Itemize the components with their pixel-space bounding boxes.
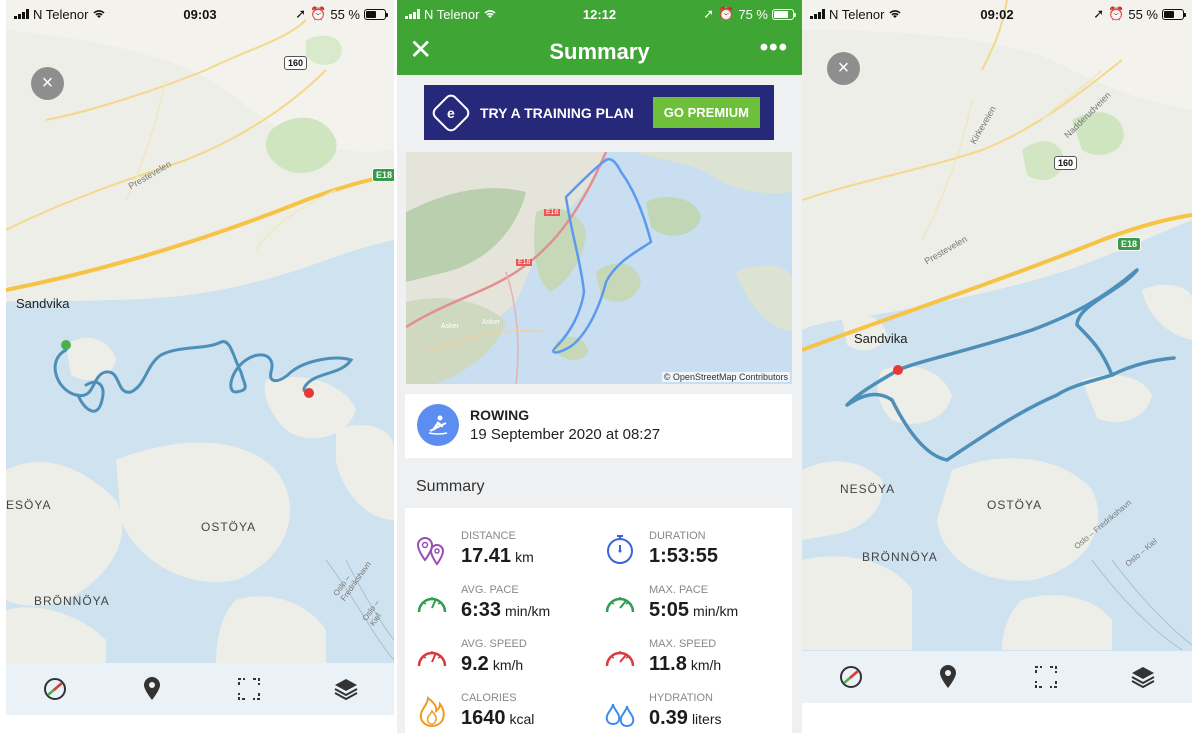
battery-icon bbox=[1162, 8, 1186, 20]
layers-icon[interactable] bbox=[1128, 662, 1158, 692]
road-sign-e18-2: E18 bbox=[516, 259, 533, 266]
map-label-island-3: ESÖYA bbox=[6, 498, 52, 512]
stat-value: 1:53:55 bbox=[649, 545, 718, 567]
right-map[interactable] bbox=[802, 0, 1192, 703]
stat-value: 1640 kcal bbox=[461, 707, 535, 729]
battery-icon bbox=[772, 8, 796, 20]
layers-icon[interactable] bbox=[331, 674, 361, 704]
gauge-green-icon bbox=[417, 597, 447, 613]
stat-label: Avg. Pace bbox=[461, 584, 519, 596]
stat-value: 5:05 min/km bbox=[649, 599, 739, 621]
map-label-island-3: BRÖNNÖYA bbox=[862, 550, 938, 564]
stat-avg-pace: Avg. Pace 6:33 min/km bbox=[415, 574, 595, 624]
stat-avg-speed: Avg. Speed 9.2 km/h bbox=[415, 628, 595, 678]
alarm-icon: ⏰ bbox=[1108, 6, 1125, 21]
stat-label: Max. Pace bbox=[649, 584, 709, 596]
activity-card: ROWING 19 September 2020 at 08:27 bbox=[405, 394, 792, 458]
drops-icon bbox=[605, 703, 635, 728]
stat-max-speed: Max. Speed 11.8 km/h bbox=[603, 628, 783, 678]
page-title: Summary bbox=[549, 39, 650, 64]
stopwatch-icon bbox=[607, 535, 633, 564]
status-bar: N Telenor 12:12 ➚ ⏰ 75 % bbox=[397, 0, 802, 28]
gauge-red-icon bbox=[605, 651, 635, 667]
battery-percent: 75 % bbox=[738, 6, 768, 22]
stat-label: Avg. Speed bbox=[461, 638, 527, 650]
status-bar: N Telenor 09:02 ➚ ⏰ 55 % bbox=[802, 0, 1192, 28]
map-label-town: Sandvika bbox=[16, 296, 70, 311]
status-bar: N Telenor 09:03 ➚ ⏰ 55 % bbox=[6, 0, 394, 28]
stat-duration: Duration 1:53:55 bbox=[603, 520, 783, 570]
distance-icon bbox=[416, 537, 445, 566]
stat-value: 11.8 km/h bbox=[649, 653, 722, 675]
route-icon[interactable] bbox=[40, 674, 70, 704]
frame-icon[interactable] bbox=[234, 674, 264, 704]
close-button[interactable]: × bbox=[827, 52, 860, 85]
road-sign-e18: E18 bbox=[1117, 237, 1142, 251]
rowing-icon bbox=[417, 404, 459, 446]
road-sign-160: 160 bbox=[1054, 156, 1078, 170]
route-map[interactable]: E18 E18 Asker Asker © OpenStreetMap Cont… bbox=[406, 152, 792, 384]
map-label-asker: Asker bbox=[441, 323, 459, 330]
location-arrow-icon: ➚ bbox=[703, 6, 715, 21]
map-label-island-2: BRÖNNÖYA bbox=[34, 594, 110, 608]
map-toolbar bbox=[802, 651, 1192, 703]
location-arrow-icon: ➚ bbox=[295, 6, 307, 21]
right-map-screen: N Telenor 09:02 ➚ ⏰ 55 % × 160 E18 Prest… bbox=[802, 0, 1192, 703]
road-sign-e18: E18 bbox=[544, 209, 561, 216]
promo-text: TRY A TRAINING PLAN bbox=[480, 104, 634, 121]
app-logo-icon: e bbox=[429, 91, 473, 134]
activity-type: ROWING bbox=[470, 407, 530, 423]
route-icon[interactable] bbox=[836, 662, 866, 692]
stat-value: 9.2 km/h bbox=[461, 653, 524, 675]
summary-screen: N Telenor 12:12 ➚ ⏰ 75 % ✕ Summary ••• e… bbox=[397, 0, 802, 733]
stat-label: Max. Speed bbox=[649, 638, 717, 650]
stat-label: Calories bbox=[461, 692, 517, 704]
section-title: Summary bbox=[416, 478, 485, 495]
alarm-icon: ⏰ bbox=[718, 6, 735, 21]
close-button[interactable]: × bbox=[31, 67, 64, 100]
gauge-red-icon bbox=[417, 651, 447, 667]
battery-percent: 55 % bbox=[330, 6, 360, 22]
frame-icon[interactable] bbox=[1031, 662, 1061, 692]
pin-icon[interactable] bbox=[137, 674, 167, 704]
alarm-icon: ⏰ bbox=[310, 6, 327, 21]
road-sign-e18: E18 bbox=[372, 168, 394, 182]
activity-date: 19 September 2020 at 08:27 bbox=[470, 426, 661, 443]
battery-icon bbox=[364, 8, 388, 20]
road-sign-160: 160 bbox=[284, 56, 308, 70]
stat-label: Hydration bbox=[649, 692, 713, 704]
map-label-town: Sandvika bbox=[854, 331, 908, 346]
stats-grid: Distance 17.41 km Duration 1:53:55 Avg. P… bbox=[405, 508, 792, 733]
stat-hydration: Hydration 0.39 liters bbox=[603, 682, 783, 732]
route-map-graphic bbox=[406, 152, 792, 384]
premium-banner[interactable]: e TRY A TRAINING PLAN GO PREMIUM bbox=[424, 85, 774, 140]
status-right: ➚ ⏰ 75 % bbox=[703, 6, 796, 22]
map-label-asker-2: Asker bbox=[482, 319, 500, 326]
status-right: ➚ ⏰ 55 % bbox=[295, 6, 388, 22]
map-toolbar bbox=[6, 663, 394, 715]
stat-value: 17.41 km bbox=[461, 545, 534, 567]
stat-calories: Calories 1640 kcal bbox=[415, 682, 595, 732]
map-attribution[interactable]: © OpenStreetMap Contributors bbox=[661, 372, 790, 382]
stat-label: Duration bbox=[649, 530, 706, 542]
left-map-screen: N Telenor 09:03 ➚ ⏰ 55 % × 160 E18 Prest… bbox=[6, 0, 394, 715]
flame-icon bbox=[419, 696, 445, 728]
location-arrow-icon: ➚ bbox=[1093, 6, 1105, 21]
stat-label: Distance bbox=[461, 530, 516, 542]
more-options-button[interactable]: ••• bbox=[760, 34, 788, 62]
status-right: ➚ ⏰ 55 % bbox=[1093, 6, 1186, 22]
stat-value: 0.39 liters bbox=[649, 707, 722, 729]
map-label-island-1: OSTÖYA bbox=[201, 520, 257, 534]
stat-distance: Distance 17.41 km bbox=[415, 520, 595, 570]
gauge-green-icon bbox=[605, 597, 635, 613]
stat-value: 6:33 min/km bbox=[461, 599, 551, 621]
map-label-island-1: OSTÖYA bbox=[987, 498, 1043, 512]
stat-max-pace: Max. Pace 5:05 min/km bbox=[603, 574, 783, 624]
app-header: ✕ Summary ••• bbox=[397, 28, 802, 75]
go-premium-button[interactable]: GO PREMIUM bbox=[652, 97, 760, 128]
pin-icon[interactable] bbox=[933, 662, 963, 692]
map-label-island-2: NESÖYA bbox=[840, 482, 896, 496]
battery-percent: 55 % bbox=[1128, 6, 1158, 22]
